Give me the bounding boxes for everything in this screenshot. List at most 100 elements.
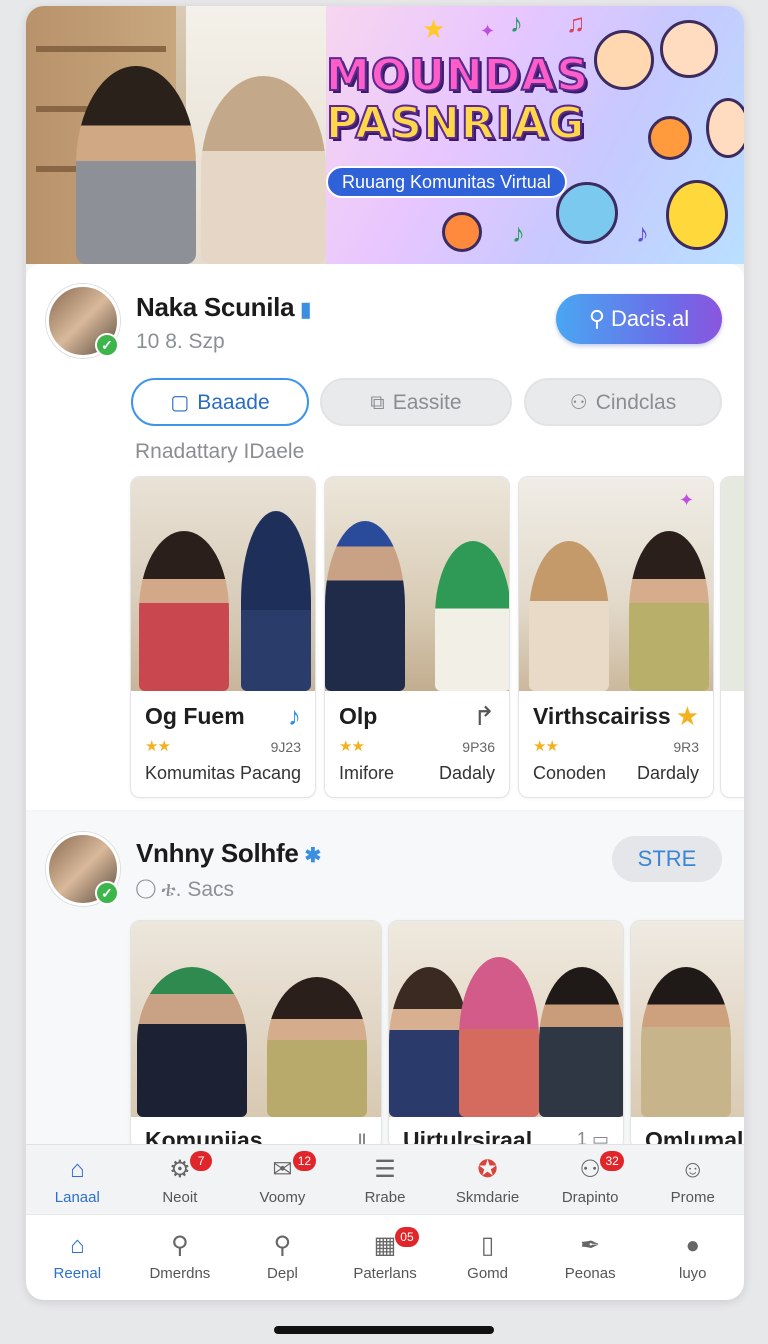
verified-icon: ▮ <box>300 299 311 321</box>
verified-check-icon: ✓ <box>95 333 119 357</box>
card-tag: Dardaly <box>636 763 699 783</box>
community-photo <box>389 921 623 1117</box>
community-photo <box>325 477 509 691</box>
store-button[interactable]: STRE <box>612 836 722 882</box>
nav-item-luyo[interactable]: ● luyo <box>641 1215 744 1300</box>
star-icon: ★ <box>675 701 699 731</box>
post-meta: 10 8. Szp <box>136 330 225 353</box>
community-card[interactable]: Omlumal <box>630 920 744 1150</box>
cartoon-character <box>706 98 744 158</box>
card-tag: Komumitas <box>145 763 236 783</box>
nav-item-drapinto[interactable]: ⚇ 32 Drapinto <box>539 1145 642 1212</box>
card-tag: Pacang <box>239 763 301 783</box>
banner-title: MOUNDAS PASNRIAG <box>325 50 590 149</box>
map-icon: ▯ <box>480 1232 495 1259</box>
mail-icon: ✉ <box>272 1156 293 1183</box>
post-author-name[interactable]: Naka Scunila ▮ <box>136 292 311 323</box>
card-count: 9P36 <box>462 739 495 755</box>
community-photo: ✦ <box>519 477 713 691</box>
nav-item-peonas[interactable]: ✒ Peonas <box>539 1215 642 1300</box>
nav-item-paterlans[interactable]: ▦ 05 Paterlans <box>334 1215 437 1300</box>
verified-icon: ✱ <box>304 845 322 867</box>
star-decoration-icon: ★ <box>422 14 446 44</box>
notification-badge: 05 <box>395 1227 419 1247</box>
people-icon: ⚇ <box>579 1156 601 1183</box>
notification-badge: 12 <box>292 1151 317 1171</box>
emoji-bubble-icon <box>648 116 692 160</box>
nav-item-gomd[interactable]: ▯ Gomd <box>436 1215 539 1300</box>
card-count: 9J23 <box>270 739 301 755</box>
nav-item-prome[interactable]: ☺ Prome <box>641 1145 744 1212</box>
community-card-partial[interactable] <box>720 476 744 798</box>
search-alt-icon: ⚲ <box>273 1232 292 1259</box>
avatar[interactable]: ✓ <box>46 832 120 906</box>
nav-item-dmerdns[interactable]: ⚲ Dmerdns <box>129 1215 232 1300</box>
post-author-name[interactable]: Vnhny Solhfe ✱ <box>136 838 321 869</box>
card-title: Og Fuem <box>145 703 245 729</box>
tab-baaade[interactable]: ▢ Baaade <box>131 378 309 426</box>
music-note-icon: ♪ <box>636 218 649 248</box>
bottom-tab-bar: ⌂ Reenal ⚲ Dmerdns ⚲ Depl ▦ 05 Paterlans… <box>26 1214 744 1300</box>
community-card[interactable]: Uirtulrsiraal 1 ▭ <box>388 920 624 1150</box>
nav-item-depl[interactable]: ⚲ Depl <box>231 1215 334 1300</box>
profile-icon: ☺ <box>680 1156 706 1183</box>
emoji-bubble-icon <box>442 212 482 252</box>
music-note-icon: ♪ <box>288 701 301 731</box>
cartoon-character <box>594 30 654 90</box>
cartoon-character <box>666 180 728 250</box>
grid-icon: ▦ <box>373 1232 397 1259</box>
community-card[interactable]: Olp ↱ ★★ 9P36 Imifore Dadaly <box>324 476 510 798</box>
music-note-icon: ♪ <box>510 8 523 38</box>
music-note-icon: ♪ <box>512 218 525 248</box>
card-tag: Dadaly <box>438 763 495 783</box>
feather-icon: ✒ <box>580 1232 601 1259</box>
avatar[interactable]: ✓ <box>46 284 120 358</box>
banner-photo <box>26 6 326 264</box>
rating-stars: ★★ <box>533 738 559 755</box>
nav-item-voomy[interactable]: ✉ 12 Voomy <box>231 1145 334 1212</box>
secondary-tab-bar: ⌂ Lanaal ⚙ 7 Neoit ✉ 12 Voomy ☰ Rrabe ✪ … <box>26 1144 744 1212</box>
banner-person <box>201 76 326 264</box>
home-indicator[interactable] <box>274 1326 494 1334</box>
verified-check-icon: ✓ <box>95 881 119 905</box>
home-icon: ⌂ <box>70 1232 85 1259</box>
music-note-icon: ♫ <box>566 8 586 38</box>
card-tag: Imifore <box>339 763 395 783</box>
app-screen: ★ ✦ ♪ ♫ ♪ ♪ MOUNDAS PASNRIAG Ruuang Komu… <box>26 6 744 1300</box>
post-meta: ◯ ቴ. Sacs <box>136 878 235 901</box>
community-card[interactable]: Og Fuem ♪ ★★ 9J23 Komumitas Pacang <box>130 476 316 798</box>
copy-icon: ⧉ <box>370 392 385 414</box>
nav-item-lanaal[interactable]: ⌂ Lanaal <box>26 1145 129 1212</box>
community-photo <box>631 921 744 1117</box>
section-label: Rnadattary IDaele <box>135 440 305 463</box>
nav-item-neoit[interactable]: ⚙ 7 Neoit <box>129 1145 232 1212</box>
post-card: ✓ Naka Scunila ▮ 10 8. Szp ⚲ Dacis.al ▢ Baa… <box>26 264 744 810</box>
notification-badge: 32 <box>600 1151 624 1171</box>
community-card[interactable]: ✦ Virthscairiss ★ ★★ 9R3 Conoden Dardaly <box>518 476 714 798</box>
search-icon: ⚲ <box>171 1232 189 1259</box>
card-count: 9R3 <box>673 739 699 755</box>
share-arrow-icon: ↱ <box>473 701 495 731</box>
sparkle-icon: ✦ <box>679 490 695 510</box>
post-card: ✓ Vnhny Solhfe ✱ ◯ ቴ. Sacs STRE Komunijas… <box>26 812 744 1150</box>
rating-stars: ★★ <box>145 738 171 755</box>
community-photo <box>131 477 315 691</box>
chat-icon: ◯ <box>136 878 162 901</box>
nav-item-rrabe[interactable]: ☰ Rrabe <box>334 1145 437 1212</box>
nav-item-reenal[interactable]: ⌂ Reenal <box>26 1215 129 1300</box>
tab-cindclas[interactable]: ⚇ Cindclas <box>524 378 722 426</box>
card-tag: Conoden <box>533 763 607 783</box>
community-card[interactable]: Komunijas Ⅱ <box>130 920 382 1150</box>
search-icon: ⚲ <box>588 306 605 331</box>
banner-subtitle: Ruuang Komunitas Virtual <box>326 166 567 198</box>
card-title: Olp <box>339 703 378 729</box>
bookmark-icon: ▢ <box>170 392 190 414</box>
banner-person <box>76 66 196 264</box>
hero-banner[interactable]: ★ ✦ ♪ ♫ ♪ ♪ MOUNDAS PASNRIAG Ruuang Komu… <box>26 6 744 264</box>
rating-stars: ★★ <box>339 738 365 755</box>
badge-icon: ✪ <box>477 1156 498 1183</box>
nav-item-skmdarie[interactable]: ✪ Skmdarie <box>436 1145 539 1212</box>
tab-eassite[interactable]: ⧉ Eassite <box>320 378 512 426</box>
sparkle-icon: ✦ <box>480 21 496 41</box>
search-action-button[interactable]: ⚲ Dacis.al <box>556 294 722 344</box>
